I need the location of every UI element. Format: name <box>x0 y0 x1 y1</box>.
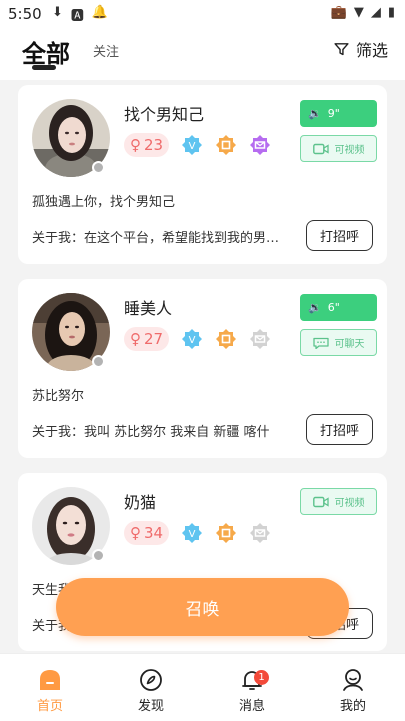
voice-intro-button[interactable]: 🔉 6" <box>300 294 377 321</box>
user-card[interactable]: 睡美人 ♀ 27 V 🔉 6" 可聊天 苏比努尔 关于我：我叫 苏比努尔 我来自… <box>18 279 387 458</box>
summon-button[interactable]: 召唤 <box>56 578 349 636</box>
real-person-icon <box>216 329 237 349</box>
about-me: 关于我：在这个平台，希望能找到我的男朋友 <box>32 231 290 246</box>
message-auth-icon <box>250 523 271 543</box>
about-me: 关于我：我叫 苏比努尔 我来自 新疆 喀什 <box>32 425 270 440</box>
filter-icon <box>334 42 349 55</box>
tab-follow[interactable]: 关注 <box>93 41 119 60</box>
gender-female-icon: ♀ <box>130 136 141 154</box>
status-bar: 5:50 ⬇ 🅰 🔔 💼 ▼ ◢ ▮ <box>0 0 405 28</box>
battery-icon: ▮ <box>387 5 395 20</box>
verified-v-icon: V <box>182 523 203 543</box>
online-status-dot <box>92 549 105 562</box>
online-status-dot <box>92 161 105 174</box>
verified-v-icon: V <box>182 329 203 349</box>
message-auth-icon <box>250 329 271 349</box>
level-badge: ♀ 27 <box>124 327 170 351</box>
nav-messages[interactable]: 1 消息 <box>222 668 282 714</box>
svg-text:V: V <box>189 529 196 540</box>
wifi-icon: ▼ <box>353 5 364 20</box>
video-chat-button[interactable]: 可视频 <box>300 135 377 162</box>
verified-v-icon: V <box>182 135 203 155</box>
user-profile-icon <box>343 669 363 691</box>
video-icon <box>312 143 329 154</box>
briefcase-icon: 💼 <box>330 5 347 20</box>
nav-home[interactable]: 首页 <box>20 668 80 714</box>
video-chat-button[interactable]: 可视频 <box>300 488 377 515</box>
online-status-dot <box>92 355 105 368</box>
user-name: 睡美人 <box>124 299 173 318</box>
user-card[interactable]: 找个男知己 ♀ 23 V 🔉 9" 可视频 孤独遇上你，找个男知己 关于我：在这… <box>18 85 387 264</box>
tab-active-indicator <box>32 65 56 70</box>
user-name: 找个男知己 <box>124 105 205 124</box>
greet-button[interactable]: 打招呼 <box>306 220 373 251</box>
text-chat-button[interactable]: 可聊天 <box>300 329 377 356</box>
nav-mine[interactable]: 我的 <box>323 668 383 714</box>
home-icon <box>40 670 60 690</box>
real-person-icon <box>216 523 237 543</box>
user-name: 奶猫 <box>124 493 157 512</box>
level-badge: ♀ 34 <box>124 521 170 545</box>
level-badge: ♀ 23 <box>124 133 170 157</box>
svg-text:V: V <box>189 335 196 346</box>
filter-button[interactable]: 筛选 <box>333 37 388 61</box>
download-icon: ⬇ <box>52 5 63 20</box>
status-time: 5:50 <box>8 5 42 23</box>
gender-female-icon: ♀ <box>130 330 141 348</box>
bottom-nav: 首页 发现 1 消息 我的 <box>0 653 405 721</box>
font-icon: 🅰 <box>70 9 84 24</box>
voice-wave-icon: 🔉 <box>308 107 322 120</box>
chat-bubble-icon <box>312 337 329 349</box>
notification-bell-icon: 🔔 <box>91 5 109 20</box>
tab-all[interactable]: 全部 <box>22 34 70 69</box>
nav-discover[interactable]: 发现 <box>121 668 181 714</box>
user-bio: 孤独遇上你，找个男知己 <box>32 195 176 210</box>
user-bio: 苏比努尔 <box>32 389 85 404</box>
video-icon <box>312 496 329 507</box>
voice-wave-icon: 🔉 <box>308 301 322 314</box>
message-auth-icon <box>250 135 271 155</box>
svg-text:V: V <box>189 141 196 152</box>
real-person-icon <box>216 135 237 155</box>
header: 全部 关注 筛选 <box>0 28 405 80</box>
signal-icon: ◢ <box>370 5 381 20</box>
messages-count-badge: 1 <box>254 670 269 685</box>
compass-icon <box>140 669 162 691</box>
greet-button[interactable]: 打招呼 <box>306 414 373 445</box>
gender-female-icon: ♀ <box>130 524 141 542</box>
filter-label: 筛选 <box>355 41 388 60</box>
voice-intro-button[interactable]: 🔉 9" <box>300 100 377 127</box>
